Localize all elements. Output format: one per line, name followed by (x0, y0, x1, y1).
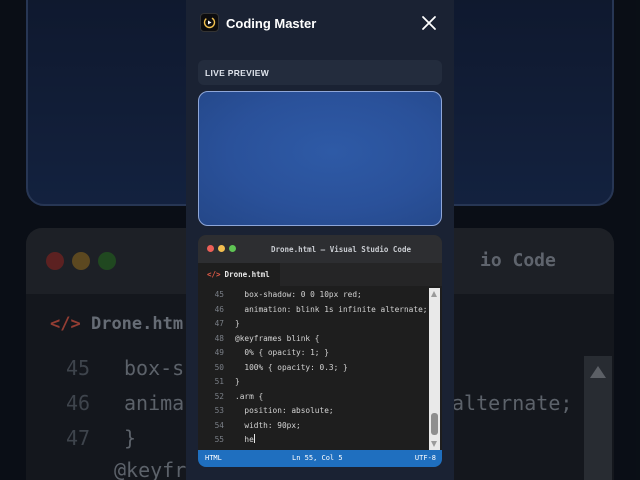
coding-master-logo-icon (200, 13, 219, 32)
code-line: 47} (214, 319, 240, 328)
scrollbar-thumb[interactable] (431, 413, 438, 435)
tab-drone-html[interactable]: </> Drone.html (198, 263, 280, 286)
app-title: Coding Master (226, 16, 317, 31)
live-preview-label: LIVE PREVIEW (205, 68, 270, 78)
code-line: 53 position: absolute; (214, 406, 334, 415)
tab-label: Drone.html (224, 270, 270, 279)
editor-tab-bar: </> Drone.html (198, 263, 442, 286)
app-header: Coding Master (186, 0, 454, 48)
scroll-down-arrow-icon[interactable] (431, 441, 437, 447)
code-line: 51} (214, 377, 240, 386)
code-line: 50 100% { opacity: 0.3; } (214, 362, 348, 372)
scroll-up-arrow-icon[interactable] (431, 291, 437, 297)
html-code-icon: </> (207, 270, 221, 279)
coding-master-panel: Coding Master LIVE PREVIEW Drone.html — … (186, 0, 454, 480)
status-cursor-position[interactable]: Ln 55, Col 5 (292, 454, 343, 462)
vscode-titlebar: Drone.html — Visual Studio Code (198, 235, 442, 263)
code-line: 49 0% { opacity: 1; } (214, 348, 329, 357)
status-language[interactable]: HTML (205, 454, 222, 462)
window-minimize-dot[interactable] (218, 245, 225, 252)
status-encoding[interactable]: UTF-8 (415, 454, 436, 462)
text-cursor (253, 434, 255, 443)
window-close-dot[interactable] (207, 245, 214, 252)
status-bar: HTML Ln 55, Col 5 UTF-8 (198, 450, 442, 467)
code-line-current: 55 he (214, 434, 255, 444)
live-preview-header: LIVE PREVIEW (198, 60, 442, 85)
code-editor-area[interactable]: 45 box-shadow: 0 0 10px red; 46 animatio… (198, 288, 428, 450)
editor-scrollbar[interactable] (429, 288, 440, 450)
window-maximize-dot[interactable] (229, 245, 236, 252)
code-line: 45 box-shadow: 0 0 10px red; (214, 290, 362, 299)
vscode-window-title: Drone.html — Visual Studio Code (271, 245, 411, 254)
close-icon[interactable] (420, 14, 438, 32)
code-line: 48 @keyframes blink { (214, 333, 320, 343)
code-line: 46 animation: blink 1s infinite alternat… (214, 304, 428, 314)
live-preview-canvas (198, 91, 442, 226)
code-line: 54 width: 90px; (214, 420, 301, 430)
code-line: 52 .arm { (214, 391, 264, 401)
vscode-window: Drone.html — Visual Studio Code </> Dron… (198, 235, 442, 467)
